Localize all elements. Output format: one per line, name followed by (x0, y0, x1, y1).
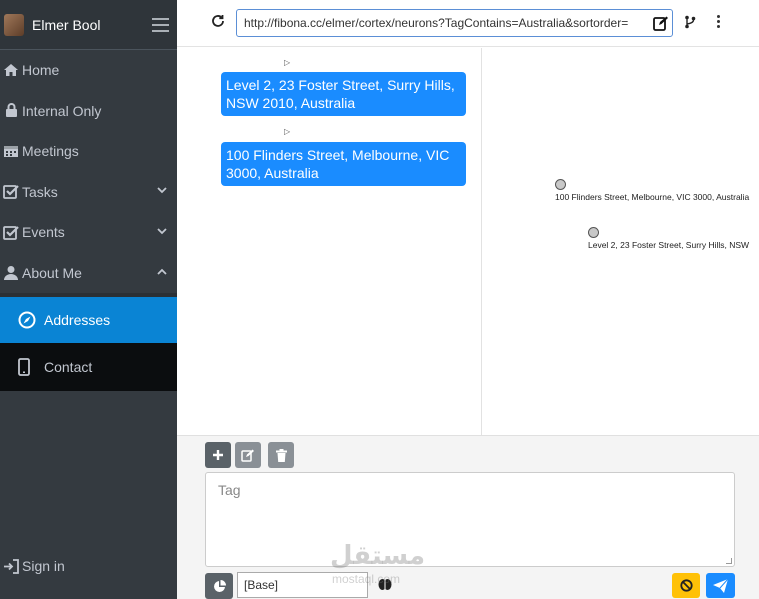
compass-icon (18, 311, 44, 329)
home-icon (0, 63, 22, 77)
reload-icon[interactable] (211, 14, 225, 33)
sign-in-icon (0, 558, 22, 574)
address-card[interactable]: 100 Flinders Street, Melbourne, VIC 3000… (221, 142, 466, 186)
edit-icon[interactable] (650, 16, 672, 31)
sidebar-item-internal[interactable]: Internal Only (0, 91, 177, 132)
paper-plane-icon (713, 578, 728, 593)
sidebar-item-addresses[interactable]: Addresses (0, 297, 177, 343)
sidebar-item-events[interactable]: Events (0, 212, 177, 253)
trash-icon (275, 448, 287, 462)
resize-handle-icon[interactable] (726, 558, 732, 564)
sidebar-item-label: Addresses (44, 312, 111, 328)
sidebar-item-about[interactable]: About Me (0, 253, 177, 294)
sign-in-link[interactable]: Sign in (0, 553, 65, 579)
address-bar: http://fibona.cc/elmer/cortex/neurons?Ta… (177, 0, 759, 47)
edit-icon (241, 449, 254, 462)
url-input[interactable]: http://fibona.cc/elmer/cortex/neurons?Ta… (236, 9, 673, 37)
editor-panel: Tag [Base] (177, 435, 759, 599)
sidebar-item-home[interactable]: Home (0, 50, 177, 91)
edit-button[interactable] (235, 442, 261, 468)
phone-icon (18, 358, 44, 376)
watermark-logo: مستقل (330, 540, 426, 570)
tag-placeholder: Tag (218, 482, 241, 498)
delete-button[interactable] (268, 442, 294, 468)
address-card-text: Level 2, 23 Foster Street, Surry Hills, … (226, 77, 455, 111)
about-submenu: Addresses Contact (0, 293, 177, 391)
sidebar-header: Elmer Bool (0, 0, 177, 50)
branch-icon[interactable] (684, 15, 696, 34)
watermark-url: mostaql.com (332, 572, 401, 586)
graph-view[interactable]: 100 Flinders Street, Melbourne, VIC 3000… (482, 48, 759, 435)
sidebar-item-label: Contact (44, 359, 93, 375)
sidebar-item-label: About Me (22, 264, 82, 281)
checkbox-icon (0, 225, 22, 240)
tag-textarea[interactable]: Tag (205, 472, 735, 567)
sidebar-item-label: Internal Only (22, 102, 102, 119)
graph-node[interactable] (555, 179, 566, 190)
lock-icon (0, 103, 22, 118)
user-name[interactable]: Elmer Bool (32, 17, 143, 33)
chevron-up-icon[interactable] (147, 267, 177, 278)
base-value: [Base] (244, 578, 279, 592)
chevron-down-icon[interactable] (147, 186, 177, 197)
pie-chart-icon (213, 579, 226, 592)
chevron-down-icon[interactable] (147, 227, 177, 238)
menu-toggle-icon[interactable] (143, 0, 177, 50)
sidebar-item-label: Meetings (22, 143, 79, 160)
checkbox-icon (0, 184, 22, 200)
graph-node[interactable] (588, 227, 599, 238)
graph-node-label: 100 Flinders Street, Melbourne, VIC 3000… (555, 192, 750, 202)
expand-triangle-icon[interactable]: ▷ (284, 127, 290, 136)
address-card[interactable]: Level 2, 23 Foster Street, Surry Hills, … (221, 72, 466, 116)
calendar-icon (0, 144, 22, 158)
add-button[interactable] (205, 442, 231, 468)
address-card-text: 100 Flinders Street, Melbourne, VIC 3000… (226, 147, 450, 181)
sign-in-label: Sign in (22, 558, 65, 574)
plus-icon (213, 450, 223, 460)
chart-button[interactable] (205, 573, 233, 599)
sidebar-item-meetings[interactable]: Meetings (0, 131, 177, 172)
expand-triangle-icon[interactable]: ▷ (284, 58, 290, 67)
sidebar-item-label: Home (22, 62, 60, 79)
graph-node-label: Level 2, 23 Foster Street, Surry Hills, … (588, 240, 750, 250)
cancel-button[interactable] (672, 573, 700, 598)
sidebar-item-label: Tasks (22, 183, 58, 200)
send-button[interactable] (706, 573, 735, 598)
neuron-list: ▷ Level 2, 23 Foster Street, Surry Hills… (177, 48, 481, 435)
sidebar: Elmer Bool Home Internal Only Meetings T… (0, 0, 177, 599)
ban-icon (679, 579, 693, 592)
avatar[interactable] (4, 13, 24, 36)
sidebar-item-contact[interactable]: Contact (0, 343, 177, 391)
sidebar-item-label: Events (22, 224, 65, 241)
url-text: http://fibona.cc/elmer/cortex/neurons?Ta… (244, 16, 629, 30)
user-icon (0, 265, 22, 281)
more-options-icon[interactable] (717, 15, 721, 28)
sidebar-item-tasks[interactable]: Tasks (0, 172, 177, 213)
